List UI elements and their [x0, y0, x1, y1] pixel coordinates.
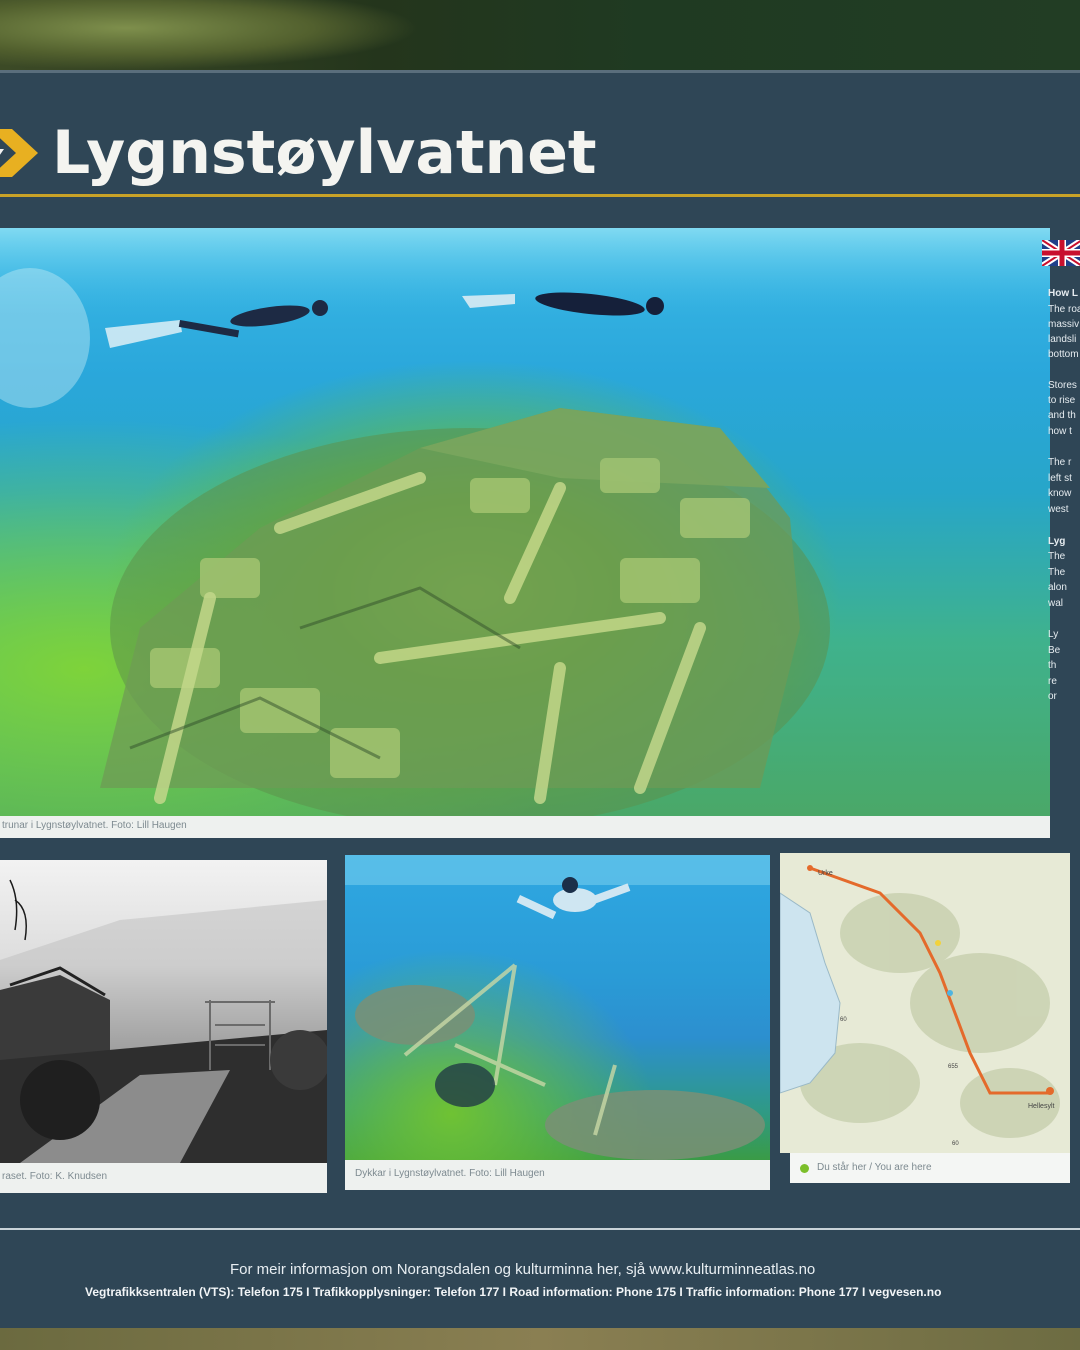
english-line: how t: [1048, 426, 1072, 437]
english-subheading: Lyg: [1048, 536, 1066, 547]
english-line: know: [1048, 488, 1072, 499]
main-underwater-photo: [0, 228, 1050, 816]
main-photo-caption: trunar i Lygnstøylvatnet. Foto: Lill Hau…: [2, 820, 187, 831]
english-line: Be: [1048, 645, 1061, 656]
footer-info-text: For meir informasjon om Norangsdalen og …: [230, 1261, 816, 1278]
english-line: wal: [1048, 598, 1064, 609]
english-line: left st: [1048, 473, 1072, 484]
english-line: landsli: [1048, 334, 1077, 345]
english-line: west: [1048, 504, 1069, 515]
english-line: to rise: [1048, 395, 1076, 406]
english-line: th: [1048, 660, 1057, 671]
title-divider: [0, 194, 1080, 197]
map-route-60a: 60: [840, 1017, 847, 1023]
english-line: The: [1048, 567, 1066, 578]
english-line: Stores: [1048, 380, 1077, 391]
map-label-hellesylt: Hellesylt: [1028, 1103, 1055, 1110]
map-route-60b: 60: [952, 1141, 959, 1147]
info-sign: Lygnstøylvatnet trunar i Lygnstøylvatnet…: [0, 70, 1080, 1328]
stone-ruins: [100, 408, 830, 816]
english-line: The roa: [1048, 304, 1080, 315]
area-map: Urke Hellesylt 655 60 60: [780, 853, 1070, 1153]
historical-bw-photo: [0, 860, 327, 1163]
map-route-655: 655: [948, 1064, 959, 1070]
bw-photo-caption-bar: raset. Foto: K. Knudsen: [0, 1163, 327, 1193]
footer-contact-text: Vegtrafikksentralen (VTS): Telefon 175 I…: [85, 1285, 942, 1299]
road-logo-icon: [0, 129, 38, 177]
english-line: or: [1048, 691, 1057, 702]
diver-photo-caption-bar: Dykkar i Lygnstøylvatnet. Foto: Lill Hau…: [345, 1160, 770, 1190]
english-line: The r: [1048, 457, 1072, 468]
map-caption: Du står her / You are here: [817, 1162, 932, 1173]
sign-title: Lygnstøylvatnet: [52, 118, 597, 188]
english-line: bottom: [1048, 349, 1079, 360]
map-label-urke: Urke: [818, 870, 833, 877]
footer-divider: [0, 1228, 1080, 1230]
map-caption-bar: Du står her / You are here: [790, 1153, 1070, 1183]
diver-photo-caption: Dykkar i Lygnstøylvatnet. Foto: Lill Hau…: [355, 1168, 545, 1179]
main-photo-caption-bar: trunar i Lygnstøylvatnet. Foto: Lill Hau…: [0, 816, 1050, 838]
diver-illustration: [345, 855, 770, 1160]
english-heading: How L: [1048, 288, 1078, 299]
english-text-column: How L The roa massiv landsli bottom Stor…: [1030, 228, 1080, 748]
foliage: [0, 0, 420, 70]
english-line: The: [1048, 551, 1066, 562]
farmstead-illustration: [0, 879, 327, 1163]
topographic-map: Urke Hellesylt 655 60 60: [780, 853, 1070, 1153]
you-are-here-dot-icon: [800, 1164, 809, 1173]
submerged-ruins-illustration: [0, 228, 1050, 816]
english-line: massiv: [1048, 319, 1080, 330]
english-line: and th: [1048, 410, 1076, 421]
title-area: Lygnstøylvatnet: [0, 113, 700, 193]
diver-photo: [345, 855, 770, 1160]
bw-photo-caption: raset. Foto: K. Knudsen: [2, 1171, 108, 1182]
english-line: alon: [1048, 582, 1067, 593]
english-line: re: [1048, 676, 1057, 687]
uk-flag-icon: [1042, 240, 1080, 266]
english-line: Ly: [1048, 629, 1059, 640]
